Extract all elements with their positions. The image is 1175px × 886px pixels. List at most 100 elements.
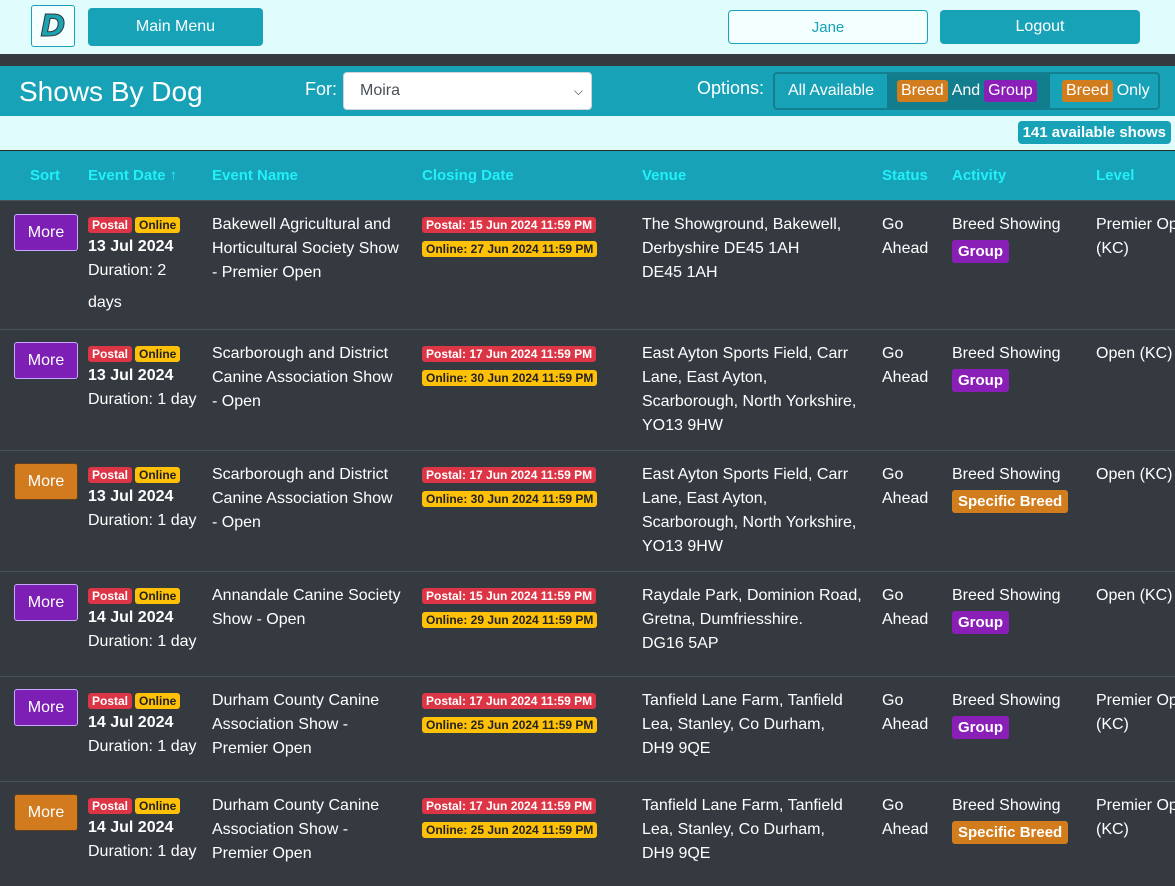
status-line: Go: [882, 466, 904, 483]
event-name-line: Annandale Canine Society: [212, 587, 401, 604]
venue-line: The Showground, Bakewell,: [642, 216, 842, 233]
activity-cell: Breed Showing Group: [952, 584, 1061, 635]
col-status[interactable]: Status: [882, 167, 928, 184]
col-level[interactable]: Level: [1096, 167, 1134, 184]
app-logo[interactable]: D: [31, 5, 75, 47]
more-button[interactable]: More: [14, 794, 78, 831]
event-date-cell: Postal Online 13 Jul 2024 Duration: 2 days: [88, 215, 206, 315]
delivery-badges: Postal Online: [88, 586, 206, 606]
col-activity[interactable]: Activity: [952, 167, 1006, 184]
page-title: Shows By Dog: [19, 76, 203, 107]
event-date: 14 Jul 2024: [88, 714, 174, 731]
status-line: Ahead: [882, 490, 929, 507]
venue-line: Lane, East Ayton,: [642, 490, 768, 507]
closing-date-cell: Postal: 17 Jun 2024 11:59 PM Online: 25 J…: [422, 798, 600, 846]
closing-online-badge: Online: 25 Jun 2024 11:59 PM: [422, 822, 598, 838]
activity-cell: Breed Showing Group: [952, 213, 1061, 264]
option-breed-and-group[interactable]: Breed And Group: [887, 74, 1050, 108]
closing-postal-badge: Postal: 17 Jun 2024 11:59 PM: [422, 693, 597, 709]
level-line: Premier Open: [1096, 216, 1175, 233]
event-date-cell: Postal Online 14 Jul 2024 Duration: 1 day: [88, 691, 206, 759]
closing-date-cell: Postal: 15 Jun 2024 11:59 PM Online: 29 J…: [422, 588, 600, 636]
activity-badge: Specific Breed: [952, 490, 1069, 513]
user-button[interactable]: Jane: [728, 10, 928, 44]
option-breed-only[interactable]: Breed Only: [1050, 74, 1158, 108]
group-tag: Group: [984, 80, 1037, 102]
col-closing-date[interactable]: Closing Date: [422, 167, 514, 184]
more-button[interactable]: More: [14, 342, 78, 379]
event-duration: Duration: 1 day: [88, 391, 197, 408]
status-cell: Go Ahead: [882, 689, 928, 737]
event-name-cell: Durham County Canine Association Show - Pr…: [212, 794, 412, 866]
more-button[interactable]: More: [14, 463, 78, 500]
postal-badge: Postal: [88, 692, 133, 709]
more-button[interactable]: More: [14, 689, 78, 726]
event-name-line: Durham County Canine: [212, 797, 380, 814]
status-cell: Go Ahead: [882, 794, 928, 842]
closing-postal-row: Postal: 17 Jun 2024 11:59 PM: [422, 693, 600, 717]
status-cell: Go Ahead: [882, 584, 928, 632]
more-button[interactable]: More: [14, 214, 78, 251]
event-date: 13 Jul 2024: [88, 238, 174, 255]
closing-postal-row: Postal: 17 Jun 2024 11:59 PM: [422, 346, 600, 370]
activity-text: Breed Showing: [952, 692, 1061, 709]
option-all-available[interactable]: All Available: [775, 74, 887, 108]
and-text: And: [951, 82, 981, 99]
event-date: 13 Jul 2024: [88, 488, 174, 505]
level-cell: Premier Open (KC): [1096, 689, 1175, 737]
level-line: Premier Open: [1096, 797, 1175, 814]
status-line: Ahead: [882, 369, 929, 386]
closing-date-cell: Postal: 17 Jun 2024 11:59 PM Online: 25 J…: [422, 693, 600, 741]
venue-line: Scarborough, North Yorkshire,: [642, 514, 857, 531]
online-badge: Online: [135, 216, 181, 233]
closing-online-row: Online: 25 Jun 2024 11:59 PM: [422, 822, 600, 846]
col-sort[interactable]: Sort: [30, 167, 60, 184]
activity-badge: Specific Breed: [952, 821, 1069, 844]
activity-cell: Breed Showing Group: [952, 689, 1061, 740]
col-event-date[interactable]: Event Date ↑: [88, 167, 177, 184]
venue-line: East Ayton Sports Field, Carr: [642, 466, 849, 483]
activity-text: Breed Showing: [952, 216, 1061, 233]
closing-online-badge: Online: 30 Jun 2024 11:59 PM: [422, 491, 598, 507]
venue-line: Tanfield Lane Farm, Tanfield: [642, 797, 843, 814]
col-event-name[interactable]: Event Name: [212, 167, 298, 184]
activity-badge: Group: [952, 240, 1009, 263]
event-date-cell: Postal Online 14 Jul 2024 Duration: 1 day: [88, 796, 206, 864]
delivery-badges: Postal Online: [88, 465, 206, 485]
venue-line: Scarborough, North Yorkshire,: [642, 393, 857, 410]
main-menu-button[interactable]: Main Menu: [88, 8, 263, 46]
event-duration: Duration: 1 day: [88, 843, 197, 860]
table-row: More Postal Online 14 Jul 2024 Duration: 1 d…: [0, 781, 1175, 886]
venue-cell: Raydale Park, Dominion Road, Gretna, Dumf…: [642, 584, 872, 656]
postal-badge: Postal: [88, 797, 133, 814]
closing-online-badge: Online: 27 Jun 2024 11:59 PM: [422, 241, 598, 257]
closing-online-row: Online: 27 Jun 2024 11:59 PM: [422, 241, 600, 265]
options-label: Options:: [697, 78, 765, 98]
dog-select[interactable]: Moira ⌵: [343, 72, 592, 110]
event-duration: Duration: 2: [88, 262, 167, 279]
event-name-cell: Durham County Canine Association Show - Pr…: [212, 689, 412, 761]
event-name-line: Horticultural Society Show: [212, 240, 399, 257]
table-row: More Postal Online 13 Jul 2024 Duration: 1 d…: [0, 450, 1175, 571]
closing-online-badge: Online: 25 Jun 2024 11:59 PM: [422, 717, 598, 733]
event-date: 14 Jul 2024: [88, 609, 174, 626]
event-name-line: Scarborough and District: [212, 466, 389, 483]
options-toggle-group: All Available Breed And Group Breed Only: [773, 72, 1160, 110]
activity-cell: Breed Showing Specific Breed: [952, 794, 1069, 845]
table-row: More Postal Online 14 Jul 2024 Duration: 1 d…: [0, 676, 1175, 781]
breed-tag: Breed: [897, 80, 948, 102]
postal-badge: Postal: [88, 345, 133, 362]
closing-online-row: Online: 30 Jun 2024 11:59 PM: [422, 491, 600, 515]
only-text: Only: [1116, 82, 1150, 99]
venue-line: DE45 1AH: [642, 264, 718, 281]
closing-postal-row: Postal: 17 Jun 2024 11:59 PM: [422, 798, 600, 822]
level-line: (KC): [1096, 716, 1129, 733]
col-venue[interactable]: Venue: [642, 167, 686, 184]
event-name-line: - Open: [212, 393, 261, 410]
venue-line: DH9 9QE: [642, 845, 711, 862]
online-badge: Online: [135, 466, 181, 483]
logout-button[interactable]: Logout: [940, 10, 1140, 44]
venue-line: Gretna, Dumfriesshire.: [642, 611, 803, 628]
closing-postal-badge: Postal: 17 Jun 2024 11:59 PM: [422, 798, 597, 814]
more-button[interactable]: More: [14, 584, 78, 621]
